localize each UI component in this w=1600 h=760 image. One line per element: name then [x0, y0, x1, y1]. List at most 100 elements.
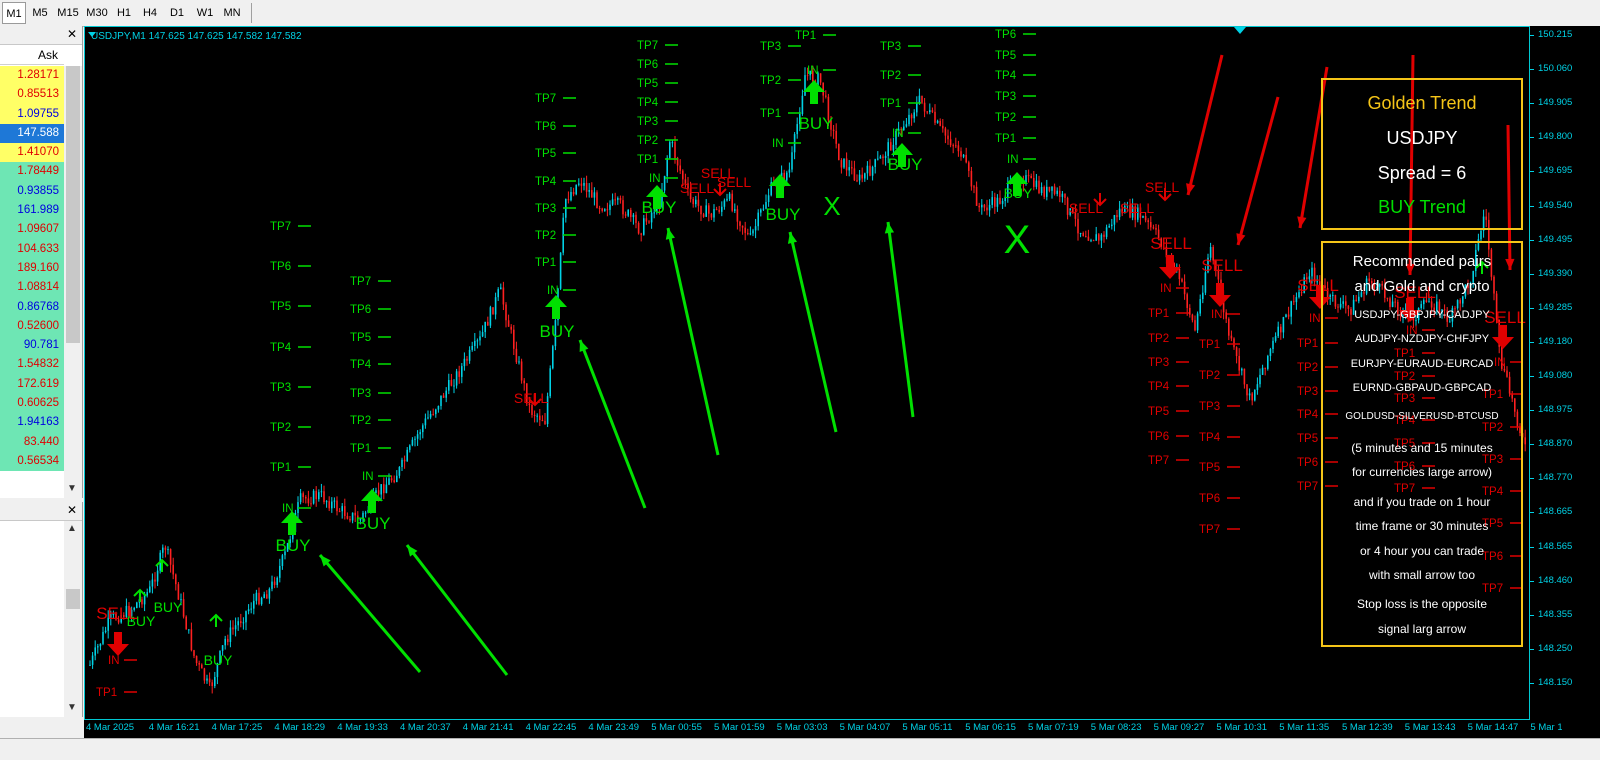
in-label: IN — [1160, 283, 1172, 295]
chevron-up-icon[interactable]: ▲ — [67, 523, 77, 534]
candle — [1199, 299, 1201, 314]
candle — [151, 579, 154, 587]
tf-h4-button[interactable]: H4 — [138, 2, 162, 24]
candle — [432, 414, 434, 416]
tp-label: TP7 — [1148, 455, 1169, 467]
candle — [1085, 236, 1087, 238]
close-icon[interactable]: ✕ — [67, 503, 77, 517]
price-chart[interactable]: BUY BUY BUY BUY BUY BUY BUY BUY BUY BUY BUY SELL SEL… — [84, 26, 1530, 720]
sell-label: SELL — [1201, 256, 1243, 275]
candle — [1178, 268, 1181, 280]
quote-row[interactable]: 161.989 — [0, 201, 64, 221]
shift-marker-icon[interactable] — [1234, 27, 1246, 35]
candle — [448, 380, 450, 391]
quote-row[interactable]: 83.440 — [0, 432, 64, 452]
tp-label: TP6 — [1199, 493, 1220, 505]
quote-row[interactable]: 172.619 — [0, 374, 64, 395]
quote-row[interactable]: 189.160 — [0, 258, 64, 279]
quote-row[interactable]: 0.56534 — [0, 451, 64, 472]
scrollbar-thumb[interactable] — [66, 589, 80, 609]
quote-row[interactable]: 1.09607 — [0, 220, 64, 240]
quote-row[interactable]: 1.28171 — [0, 66, 64, 86]
symbol-label: USDJPY — [1386, 128, 1458, 148]
quote-row[interactable]: 104.633 — [0, 239, 64, 259]
candle — [1144, 216, 1147, 221]
quote-row[interactable]: 1.41070 — [0, 143, 64, 163]
candle — [1277, 326, 1279, 337]
tp-label: TP7 — [1199, 524, 1220, 536]
tf-m15-button[interactable]: M15 — [54, 2, 82, 24]
price-axis: 150.215 150.060 149.905 149.800 149.695 149.5… — [1530, 26, 1600, 720]
trend-arrow-line — [318, 554, 422, 673]
tp-label: TP4 — [1148, 381, 1170, 393]
sell-arrow-icon — [1159, 255, 1181, 279]
candle — [281, 555, 284, 566]
chevron-down-icon[interactable]: ▼ — [67, 702, 77, 713]
candle — [175, 574, 177, 585]
quote-row[interactable]: 90.781 — [0, 336, 64, 356]
tf-w1-button[interactable]: W1 — [193, 2, 217, 24]
tp-label: TP2 — [995, 112, 1016, 124]
candle — [1111, 224, 1113, 227]
candle — [991, 197, 993, 205]
quote-row[interactable]: 0.85513 — [0, 85, 64, 105]
tp-label: TP5 — [1148, 406, 1169, 418]
market-watch-scrollbar[interactable]: ▼ — [64, 66, 82, 498]
candle — [1256, 384, 1259, 390]
quote-row[interactable]: 1.08814 — [0, 278, 64, 298]
candle — [1155, 227, 1157, 230]
tf-mn-button[interactable]: MN — [219, 2, 245, 24]
note-line: with small arrow too — [1368, 568, 1476, 582]
candle — [1246, 384, 1248, 396]
in-label: IN — [362, 471, 374, 483]
tf-m5-button[interactable]: M5 — [28, 2, 52, 24]
candle — [819, 73, 822, 83]
quote-row[interactable]: 1.94163 — [0, 413, 64, 433]
quote-row[interactable]: 0.52600 — [0, 316, 64, 337]
candle — [177, 584, 180, 600]
candle — [1053, 186, 1056, 194]
quote-row[interactable]: 1.09755 — [0, 104, 64, 124]
ask-column-header[interactable]: Ask — [0, 45, 64, 65]
candle — [268, 588, 271, 599]
quote-row[interactable]: 0.60625 — [0, 394, 64, 414]
quote-row[interactable]: 1.78449 — [0, 162, 64, 182]
price-tick-label: 148.355 — [1538, 608, 1573, 620]
candle — [702, 214, 705, 217]
candle — [1204, 272, 1207, 293]
time-tick-label: 5 Mar 00:55 — [651, 722, 702, 733]
candle — [666, 157, 668, 176]
candle — [1269, 349, 1272, 356]
candle — [445, 390, 447, 398]
quote-row[interactable]: 147.588 — [0, 123, 64, 144]
quote-row[interactable]: 0.86768 — [0, 297, 64, 317]
tf-m1-button[interactable]: M1 — [2, 2, 26, 24]
candle — [531, 405, 533, 415]
tf-m30-button[interactable]: M30 — [83, 2, 111, 24]
sell-arrow-icon — [1209, 283, 1231, 307]
trend-label: BUY Trend — [1378, 197, 1466, 217]
sell-label: SELL — [1145, 179, 1179, 195]
candle — [713, 209, 715, 218]
quote-row[interactable]: 1.54832 — [0, 355, 64, 375]
candle — [104, 630, 107, 633]
navigator-scrollbar[interactable]: ▲ ▼ — [64, 521, 82, 717]
scrollbar-thumb[interactable] — [66, 66, 80, 343]
tp-label: TP1 — [637, 154, 658, 166]
tf-h1-button[interactable]: H1 — [112, 2, 136, 24]
candle — [908, 114, 910, 125]
candle — [510, 326, 512, 330]
pairs-line: EURJPY-EURAUD-EURCAD — [1350, 358, 1494, 370]
candle — [1035, 180, 1038, 187]
tp-label: TP6 — [1297, 457, 1318, 469]
tf-d1-button[interactable]: D1 — [165, 2, 189, 24]
candle — [739, 221, 741, 226]
candle — [156, 570, 159, 582]
candle — [271, 581, 273, 589]
close-icon[interactable]: ✕ — [67, 27, 77, 41]
symbol-info: USDJPY,M1 147.625 147.625 147.582 147.58… — [91, 31, 302, 42]
candle — [1259, 374, 1261, 385]
candle — [333, 500, 336, 502]
quote-row[interactable]: 0.93855 — [0, 181, 64, 202]
chevron-down-icon[interactable]: ▼ — [67, 483, 77, 494]
